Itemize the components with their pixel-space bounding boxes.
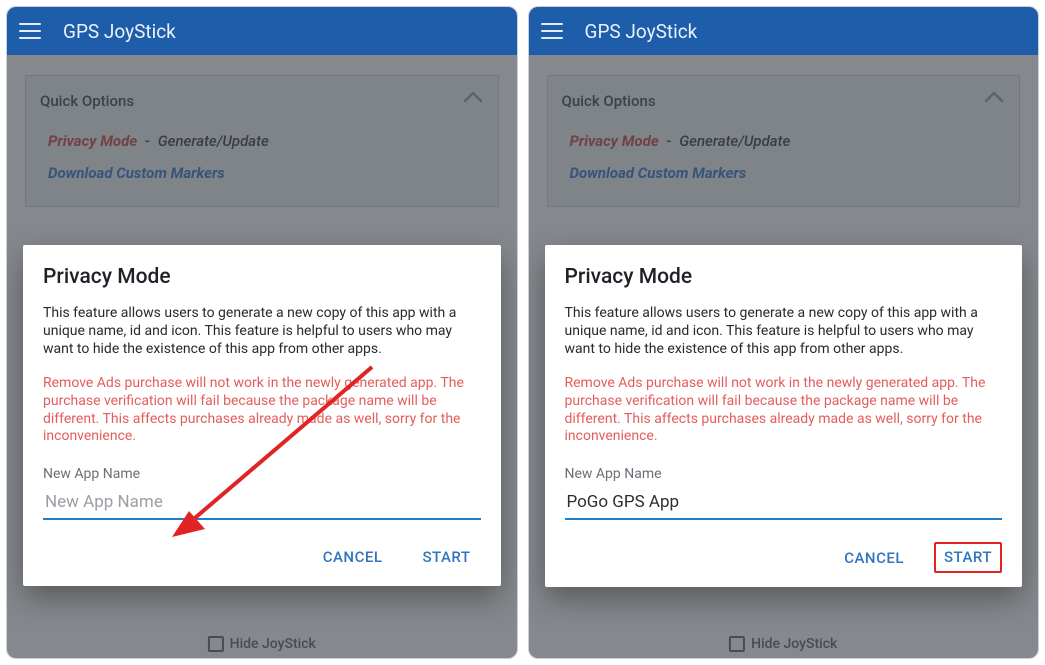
- dialog-warning: Remove Ads purchase will not work in the…: [565, 375, 1003, 447]
- cancel-button[interactable]: CANCEL: [834, 543, 914, 573]
- phone-right: GPS JoyStick Quick Options Privacy Mode …: [528, 6, 1040, 659]
- privacy-dialog: Privacy Mode This feature allows users t…: [545, 245, 1023, 587]
- menu-icon[interactable]: [19, 23, 41, 39]
- dialog-title: Privacy Mode: [43, 265, 481, 289]
- dialog-title: Privacy Mode: [565, 265, 1003, 289]
- appbar: GPS JoyStick: [7, 7, 517, 55]
- appbar-title: GPS JoyStick: [63, 20, 176, 43]
- phone-left: GPS JoyStick Quick Options Privacy Mode …: [6, 6, 518, 659]
- privacy-dialog: Privacy Mode This feature allows users t…: [23, 245, 501, 586]
- dialog-body: This feature allows users to generate a …: [565, 305, 1003, 359]
- app-name-label: New App Name: [565, 466, 1003, 482]
- dialog-actions: CANCEL START: [565, 520, 1003, 587]
- start-button[interactable]: START: [944, 548, 992, 566]
- menu-icon[interactable]: [541, 23, 563, 39]
- start-button-highlight: START: [934, 542, 1002, 573]
- app-name-input[interactable]: [43, 488, 481, 520]
- dialog-actions: CANCEL START: [43, 520, 481, 586]
- appbar-title: GPS JoyStick: [585, 20, 698, 43]
- cancel-button[interactable]: CANCEL: [313, 542, 393, 572]
- appbar: GPS JoyStick: [529, 7, 1039, 55]
- app-name-label: New App Name: [43, 466, 481, 482]
- dialog-body: This feature allows users to generate a …: [43, 305, 481, 359]
- app-name-input[interactable]: [565, 488, 1003, 520]
- dialog-warning: Remove Ads purchase will not work in the…: [43, 375, 481, 447]
- start-button[interactable]: START: [412, 542, 480, 572]
